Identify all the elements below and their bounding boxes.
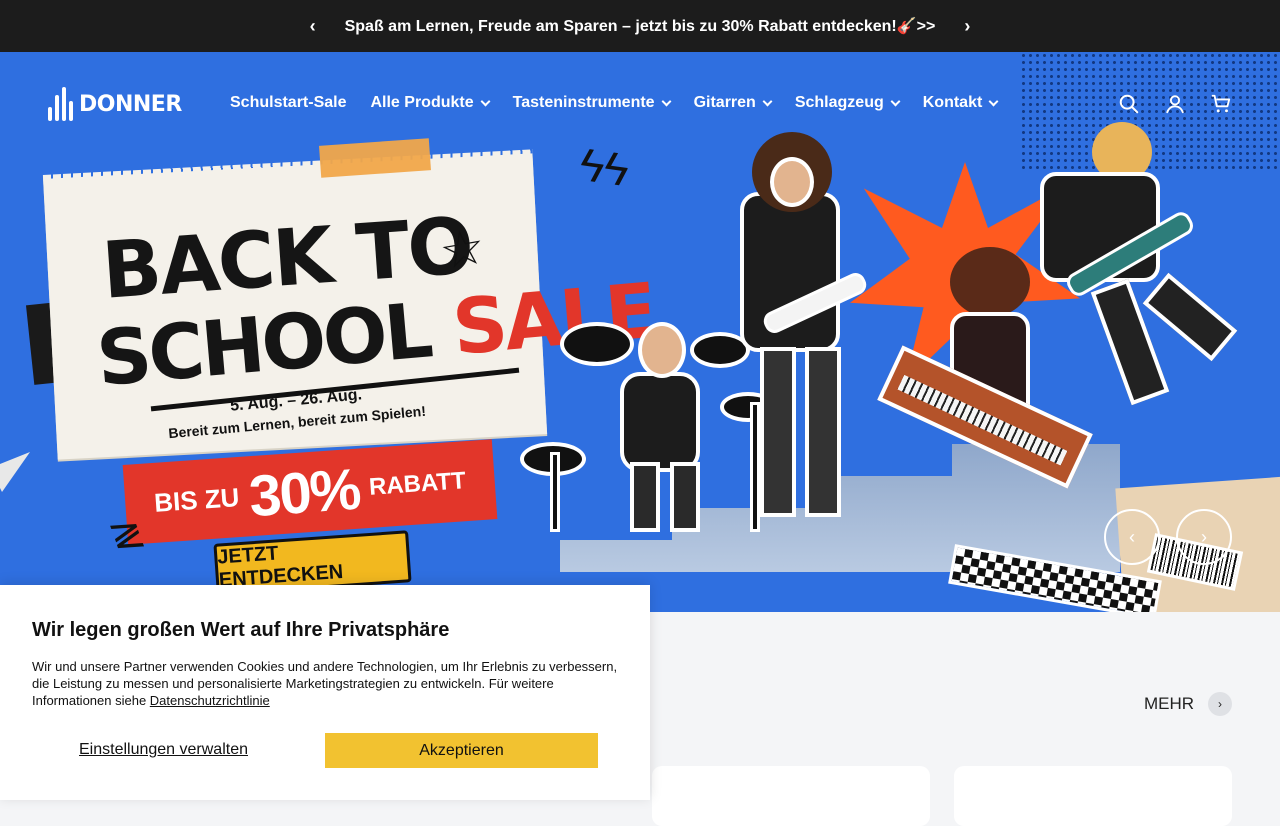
chevron-right-icon: › (1201, 526, 1207, 547)
guitarist-leg (805, 347, 841, 517)
announcement-next-button[interactable]: › (957, 16, 977, 37)
discount-banner: BIS ZU 30% RABATT (122, 439, 498, 545)
main-nav: Schulstart-Sale Alle Produkte Tasteninst… (230, 94, 999, 112)
product-card[interactable] (652, 766, 930, 826)
drummer-leg (670, 462, 700, 532)
chevron-down-icon (661, 96, 672, 106)
guitarist-head (770, 157, 814, 207)
donner-logo[interactable]: DONNER (48, 87, 182, 121)
nav-item-kontakt[interactable]: Kontakt (922, 94, 999, 112)
drum-stand (750, 402, 760, 532)
chevron-down-icon (988, 96, 999, 106)
more-link[interactable]: MEHR › (1144, 692, 1232, 716)
drummer-body (620, 372, 700, 472)
nav-label: Schulstart-Sale (230, 94, 347, 111)
chevron-down-icon (762, 96, 773, 106)
privacy-policy-link[interactable]: Datenschutzrichtlinie (150, 693, 270, 708)
announcement-prev-button[interactable]: ‹ (303, 16, 323, 37)
cookie-text: Wir und unsere Partner verwenden Cookies… (32, 658, 618, 709)
announcement-message[interactable]: Spaß am Lernen, Freude am Sparen – jetzt… (345, 16, 936, 36)
nav-label: Schlagzeug (794, 94, 884, 111)
keyboardist-hair (950, 247, 1030, 317)
logo-mark-icon (48, 87, 73, 121)
accept-cookies-button[interactable]: Akzeptieren (325, 733, 598, 768)
search-icon[interactable] (1118, 93, 1140, 115)
drummer-head (638, 322, 686, 378)
discount-value: 30% (247, 456, 362, 529)
nav-label: Tasteninstrumente (512, 94, 655, 111)
nav-label: Gitarren (693, 94, 756, 111)
nav-item-alle-produkte[interactable]: Alle Produkte (370, 94, 491, 112)
carousel-next-button[interactable]: › (1176, 509, 1232, 565)
site-header: DONNER Schulstart-Sale Alle Produkte Tas… (0, 52, 1280, 158)
cookie-text-body: Wir und unsere Partner verwenden Cookies… (32, 659, 618, 708)
account-icon[interactable] (1164, 93, 1186, 115)
product-card[interactable] (954, 766, 1232, 826)
guitarist-body (740, 192, 840, 352)
nav-item-tasteninstrumente[interactable]: Tasteninstrumente (512, 94, 672, 112)
jumper-leg (1142, 272, 1238, 362)
cookie-title: Wir legen großen Wert auf Ihre Privatsph… (32, 619, 450, 641)
discount-prefix: BIS ZU (153, 481, 241, 518)
logo-text: DONNER (79, 91, 182, 117)
announcement-bar: ‹ Spaß am Lernen, Freude am Sparen – jet… (0, 0, 1280, 52)
nav-item-schulstart-sale[interactable]: Schulstart-Sale (230, 94, 346, 112)
nav-item-schlagzeug[interactable]: Schlagzeug (794, 94, 901, 112)
cookie-banner: Wir legen großen Wert auf Ihre Privatsph… (0, 585, 650, 800)
sale-poster[interactable]: BACK TO SCHOOL SALE ☆ 5. Aug. – 26. Aug.… (25, 138, 658, 602)
more-label: MEHR (1143, 694, 1194, 713)
drum-stand (550, 452, 560, 532)
nav-label: Kontakt (922, 94, 983, 111)
discount-suffix: RABATT (368, 467, 467, 501)
chevron-down-icon (890, 96, 901, 106)
manage-settings-button[interactable]: Einstellungen verwalten (79, 741, 248, 759)
cymbal (560, 322, 634, 366)
nav-item-gitarren[interactable]: Gitarren (693, 94, 773, 112)
nav-label: Alle Produkte (370, 94, 474, 111)
guitarist-leg (760, 347, 796, 517)
carousel-prev-button[interactable]: ‹ (1104, 509, 1160, 565)
chevron-down-icon (480, 96, 491, 106)
header-icons (1118, 93, 1232, 115)
drummer-leg (630, 462, 660, 532)
cart-icon[interactable] (1210, 93, 1232, 115)
chevron-right-icon: › (1208, 692, 1232, 716)
paper-plane-decoration (0, 452, 30, 492)
chevron-left-icon: ‹ (1129, 526, 1135, 547)
